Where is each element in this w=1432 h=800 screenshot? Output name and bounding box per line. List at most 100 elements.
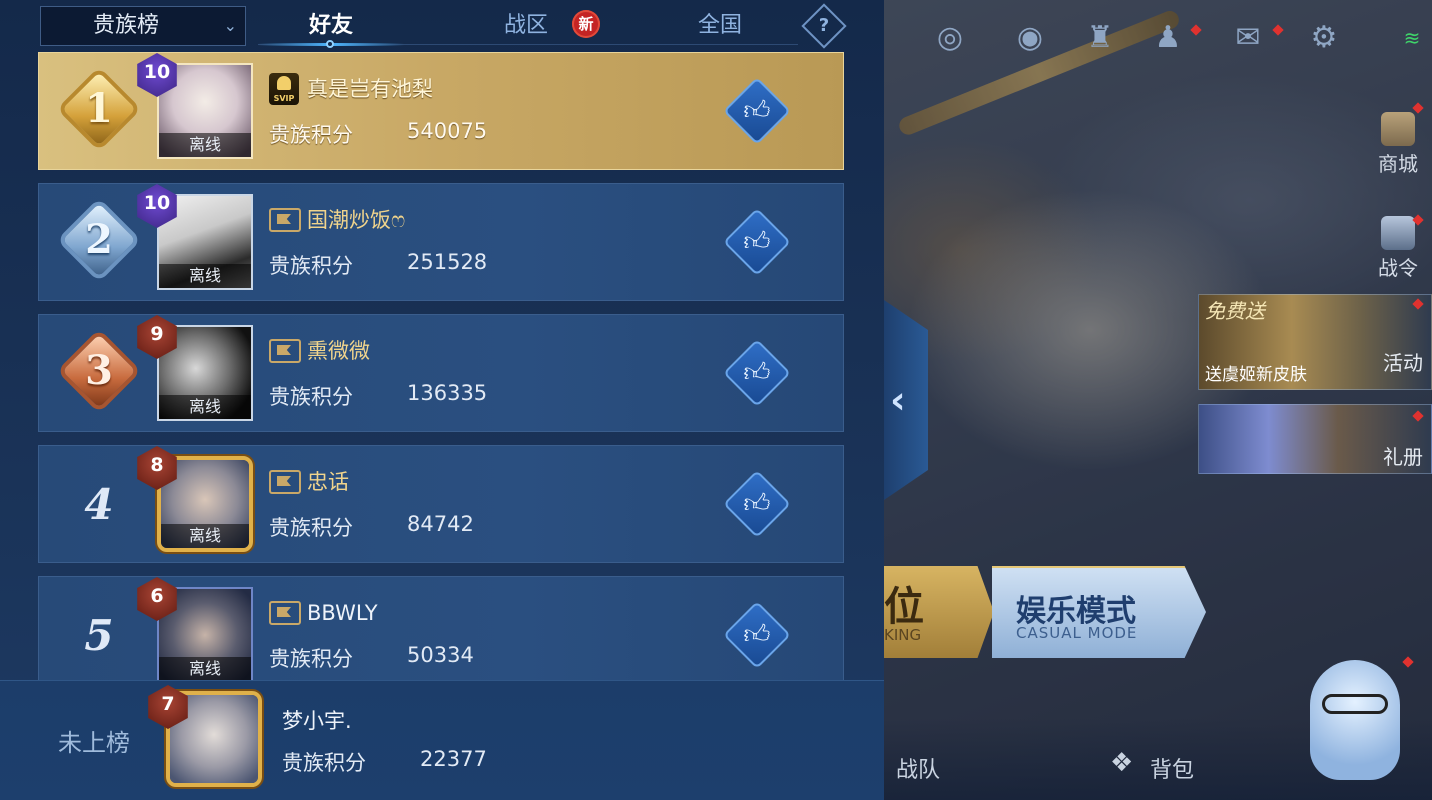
backpack-button[interactable]: 背包 [1150, 752, 1194, 784]
shop-button[interactable]: 商城 [1368, 112, 1428, 177]
eye-icon[interactable]: ◉ [1010, 18, 1050, 58]
battle-pass-button[interactable]: 战令 [1368, 216, 1428, 281]
shop-icon [1381, 112, 1415, 146]
help-icon: ? [818, 15, 830, 36]
battle-pass-label: 战令 [1378, 256, 1418, 280]
score-value: 136335 [407, 381, 488, 405]
casual-mode-button[interactable]: 娱乐模式 CASUAL MODE [992, 566, 1206, 658]
player-name: 熏微微 [307, 339, 370, 363]
score-label: 贵族积分 [269, 254, 353, 278]
my-rank-row: 未上榜 7 梦小宇. 贵族积分 22377 [0, 680, 884, 800]
offline-status: 离线 [159, 264, 251, 288]
my-rank-text: 未上榜 [58, 729, 130, 757]
battle-pass-icon [1381, 216, 1415, 250]
lobby-top-icons: ◎ ◉ ♜ ♟ ✉ ⚙ ≋ [884, 18, 1432, 66]
player-name: BBWLY [307, 601, 378, 625]
game-screen: ◎ ◉ ♜ ♟ ✉ ⚙ ≋ 商城 战令 免费送 送虞姬新皮肤 活动 礼册 位 K… [0, 0, 1432, 800]
tab-national[interactable]: 全国 [650, 6, 790, 46]
flag-icon [269, 339, 301, 363]
new-badge: 新 [572, 10, 600, 38]
leaderboard-tabbar: 贵族榜 ⌄ 好友 战区 新 全国 ? [0, 0, 884, 50]
category-dropdown[interactable]: 贵族榜 ⌄ [40, 6, 246, 46]
my-score-label: 贵族积分 [282, 751, 366, 775]
score-label: 贵族积分 [269, 647, 353, 671]
promo-free-label: 免费送 [1205, 299, 1265, 323]
thumbs-up-icon: 👍︎ [743, 620, 771, 650]
leaderboard-panel: 贵族榜 ⌄ 好友 战区 新 全国 ? 1 离线 10 SVIP 真是岂有池梨 贵… [0, 0, 884, 800]
my-level-number: 7 [161, 693, 175, 715]
mascot-glasses [1322, 694, 1388, 714]
promo-banner-free-skin[interactable]: 免费送 送虞姬新皮肤 活动 [1198, 294, 1432, 390]
level-number: 8 [150, 454, 164, 476]
promo-banner-gift-book[interactable]: 礼册 [1198, 404, 1432, 474]
event-label: 活动 [1383, 351, 1423, 375]
like-button[interactable]: 👍︎ [723, 77, 791, 145]
mail-icon[interactable]: ✉ [1228, 18, 1268, 58]
leaderboard-row: 2 离线 10 国潮炒饭ෆ 贵族积分 251528 👍︎ [38, 183, 844, 301]
promo-skin-text: 送虞姬新皮肤 [1205, 365, 1307, 385]
level-number: 10 [143, 192, 171, 214]
ranked-mode-title: 位 [884, 584, 924, 630]
team-button[interactable]: 战队 [896, 752, 940, 784]
collapse-panel-button[interactable]: ‹ [884, 300, 928, 500]
score-label: 贵族积分 [269, 385, 353, 409]
leaderboard-row: 1 离线 10 SVIP 真是岂有池梨 贵族积分 540075 👍︎ [38, 52, 844, 170]
rank-badge-gold: 1 [59, 71, 139, 151]
offline-status: 离线 [159, 133, 251, 157]
player-name: 忠话 [307, 470, 349, 494]
help-button[interactable]: ? [801, 3, 847, 49]
tab-active-dot [326, 40, 334, 48]
trophy-icon[interactable]: ♜ [1080, 18, 1120, 58]
leaderboard-list[interactable]: 1 离线 10 SVIP 真是岂有池梨 贵族积分 540075 👍︎ 2 离线 … [0, 50, 884, 680]
like-button[interactable]: 👍︎ [723, 208, 791, 276]
leaderboard-row: 5 离线 6 BBWLY 贵族积分 50334 👍︎ [38, 576, 844, 680]
chevron-left-icon: ‹ [890, 378, 906, 422]
emblem-icon[interactable]: ◎ [930, 18, 970, 58]
gift-book-label: 礼册 [1383, 445, 1423, 469]
ranked-mode-button[interactable]: 位 KING [884, 566, 994, 658]
mail-red-dot [1272, 24, 1284, 36]
thumbs-up-icon: 👍︎ [743, 227, 771, 257]
rank-number: 4 [84, 480, 114, 529]
leaderboard-row: 3 离线 9 熏微微 贵族积分 136335 👍︎ [38, 314, 844, 432]
score-value: 251528 [407, 250, 488, 274]
leaderboard-row: 4 离线 8 忠话 贵族积分 84742 👍︎ [38, 445, 844, 563]
offline-status: 离线 [159, 657, 251, 680]
wifi-icon: ≋ [1403, 26, 1421, 50]
level-number: 9 [150, 323, 164, 345]
rank-number: 5 [84, 611, 114, 660]
category-dropdown-label: 贵族榜 [93, 13, 160, 38]
ranked-mode-subtitle: KING [884, 626, 922, 644]
rank-badge-bronze: 3 [59, 333, 139, 413]
chevron-down-icon: ⌄ [223, 16, 237, 35]
casual-mode-subtitle: CASUAL MODE [1016, 624, 1138, 642]
score-value: 540075 [407, 119, 488, 143]
friends-icon[interactable]: ♟ [1148, 18, 1188, 58]
like-button[interactable]: 👍︎ [723, 339, 791, 407]
score-value: 84742 [407, 512, 474, 536]
rank-badge-silver: 2 [59, 202, 139, 282]
offline-status: 离线 [159, 395, 251, 419]
flag-icon [269, 470, 301, 494]
rank-number: 2 [85, 216, 113, 263]
rank-number: 3 [85, 347, 113, 394]
thumbs-up-icon: 👍︎ [743, 489, 771, 519]
score-label: 贵族积分 [269, 516, 353, 540]
player-name: 真是岂有池梨 [307, 77, 433, 101]
friends-red-dot [1190, 24, 1202, 36]
like-button[interactable]: 👍︎ [723, 470, 791, 538]
shop-label: 商城 [1378, 152, 1418, 176]
flag-icon [269, 601, 301, 625]
svip-icon: SVIP [269, 73, 299, 105]
my-player-name: 梦小宇. [282, 709, 352, 733]
gear-icon[interactable]: ⚙ [1304, 18, 1344, 58]
rank-badge: 5 [59, 595, 139, 675]
rank-badge: 4 [59, 464, 139, 544]
like-button[interactable]: 👍︎ [723, 601, 791, 669]
player-name: 国潮炒饭ෆ [307, 208, 406, 232]
level-number: 6 [150, 585, 164, 607]
backpack-icon: ❖ [1110, 748, 1134, 778]
score-value: 50334 [407, 643, 474, 667]
thumbs-up-icon: 👍︎ [743, 358, 771, 388]
mascot-assistant[interactable] [1310, 660, 1400, 780]
